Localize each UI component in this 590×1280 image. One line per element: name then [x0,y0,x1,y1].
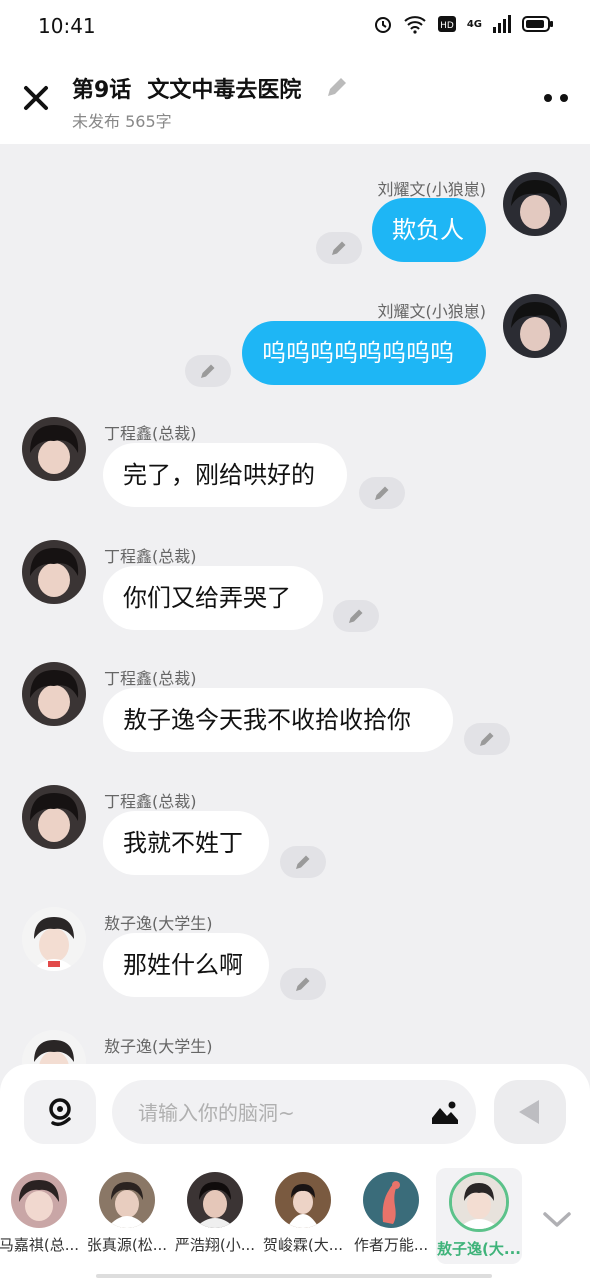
avatar[interactable] [22,417,86,481]
hd-icon: HD [437,16,456,32]
send-button[interactable] [494,1080,566,1144]
chevron-down-icon[interactable] [542,1210,572,1230]
avatar[interactable] [503,294,567,358]
edit-message-button[interactable] [185,355,231,387]
character-item[interactable]: 张真源(松... [84,1168,170,1264]
chat-area[interactable]: 刘耀文(小狼崽) 欺负人 刘耀文(小狼崽) 呜呜呜呜呜呜呜呜 丁程鑫(总裁) 完… [0,144,590,1064]
avatar[interactable] [22,1030,86,1064]
character-name: 贺峻霖(大... [262,1236,344,1254]
more-options-button[interactable] [544,94,568,102]
chapter-title: 第9话 文文中毒去医院 [72,72,301,104]
pencil-icon [375,486,389,500]
chat-message: 敖子逸(大学生) [0,1002,590,1064]
chat-message: 丁程鑫(总裁) 你们又给弄哭了 [0,512,590,642]
edit-message-button[interactable] [280,968,326,1000]
avatar[interactable] [503,172,567,236]
character-item[interactable]: 贺峻霖(大... [260,1168,346,1264]
signal-icon [493,15,511,33]
chapter-number: 第9话 [72,78,132,103]
chat-message: 刘耀文(小狼崽) 呜呜呜呜呜呜呜呜 [0,266,590,396]
message-bubble[interactable]: 完了，刚给哄好的 [103,443,347,507]
character-name: 敖子逸(大... [437,1240,521,1258]
avatar [449,1172,509,1232]
voice-icon [49,1098,71,1127]
edit-message-button[interactable] [280,846,326,878]
speaker-name: 丁程鑫(总裁) [104,424,197,443]
character-selector: 马嘉祺(总... 张真源(松... 严浩翔(小... 贺峻霖(大... 作者万能… [0,1160,590,1280]
character-name: 严浩翔(小... [174,1236,256,1254]
character-item[interactable]: 马嘉祺(总... [0,1168,82,1264]
status-time: 10:41 [38,14,96,38]
pencil-icon [296,855,310,869]
avatar[interactable] [22,907,86,971]
character-item-selected[interactable]: 敖子逸(大... [436,1168,522,1264]
chat-message: 丁程鑫(总裁) 我就不姓丁 [0,757,590,887]
chat-message: 刘耀文(小狼崽) 欺负人 [0,144,590,274]
status-icons: HD 4G [373,14,554,34]
character-name: 作者万能... [353,1236,429,1254]
message-bubble[interactable]: 那姓什么啊 [103,933,269,997]
character-name: 马嘉祺(总... [0,1236,80,1254]
horizontal-scrollbar[interactable] [96,1274,492,1278]
pencil-icon [201,364,215,378]
speaker-name: 丁程鑫(总裁) [104,792,197,811]
pencil-icon [480,732,494,746]
character-name: 张真源(松... [86,1236,168,1254]
edit-message-button[interactable] [316,232,362,264]
edit-message-button[interactable] [464,723,510,755]
avatar[interactable] [22,662,86,726]
send-icon [519,1100,539,1124]
dot-icon [544,94,552,102]
avatar[interactable] [22,540,86,604]
pencil-icon [296,977,310,991]
chapter-status: 未发布 565字 [72,112,172,131]
battery-icon [522,16,553,32]
pencil-icon [332,241,346,255]
alarm-icon [374,17,391,33]
message-bubble[interactable]: 你们又给弄哭了 [103,566,323,630]
dot-icon [560,94,568,102]
edit-title-icon[interactable] [324,74,350,100]
chat-message: 丁程鑫(总裁) 敖子逸今天我不收拾收拾你 [0,634,590,764]
chat-message: 敖子逸(大学生) 那姓什么啊 [0,879,590,1009]
speaker-name: 敖子逸(大学生) [104,1037,213,1056]
speaker-name: 刘耀文(小狼崽) [377,302,487,321]
avatar [187,1172,243,1228]
character-item[interactable]: 作者万能... [348,1168,434,1264]
message-input[interactable] [136,1080,420,1146]
voice-button[interactable] [24,1080,96,1144]
message-bubble[interactable]: 欺负人 [372,198,486,262]
chat-message: 丁程鑫(总裁) 完了，刚给哄好的 [0,389,590,519]
avatar[interactable] [22,785,86,849]
avatar [275,1172,331,1228]
svg-text:HD: HD [440,21,454,31]
pencil-icon [349,609,363,623]
message-input-container [112,1080,476,1146]
message-bubble[interactable]: 敖子逸今天我不收拾收拾你 [103,688,453,752]
chapter-name: 文文中毒去医院 [147,78,302,103]
edit-message-button[interactable] [359,477,405,509]
status-bar: 10:41 HD 4G [0,0,590,52]
speaker-name: 丁程鑫(总裁) [104,669,197,688]
composer-bar [0,1064,590,1160]
wifi-icon [404,16,426,34]
speaker-name: 敖子逸(大学生) [104,914,213,933]
network-label: 4G [466,18,482,30]
character-item[interactable]: 严浩翔(小... [172,1168,258,1264]
avatar [99,1172,155,1228]
speaker-name: 丁程鑫(总裁) [104,547,197,566]
message-bubble[interactable]: 我就不姓丁 [103,811,269,875]
image-icon[interactable] [430,1098,460,1126]
avatar [363,1172,419,1228]
message-bubble[interactable]: 呜呜呜呜呜呜呜呜 [242,321,486,385]
chapter-header: 第9话 文文中毒去医院 未发布 565字 [0,52,590,144]
avatar [11,1172,67,1228]
speaker-name: 刘耀文(小狼崽) [377,180,487,199]
edit-message-button[interactable] [333,600,379,632]
close-icon[interactable] [20,82,52,114]
